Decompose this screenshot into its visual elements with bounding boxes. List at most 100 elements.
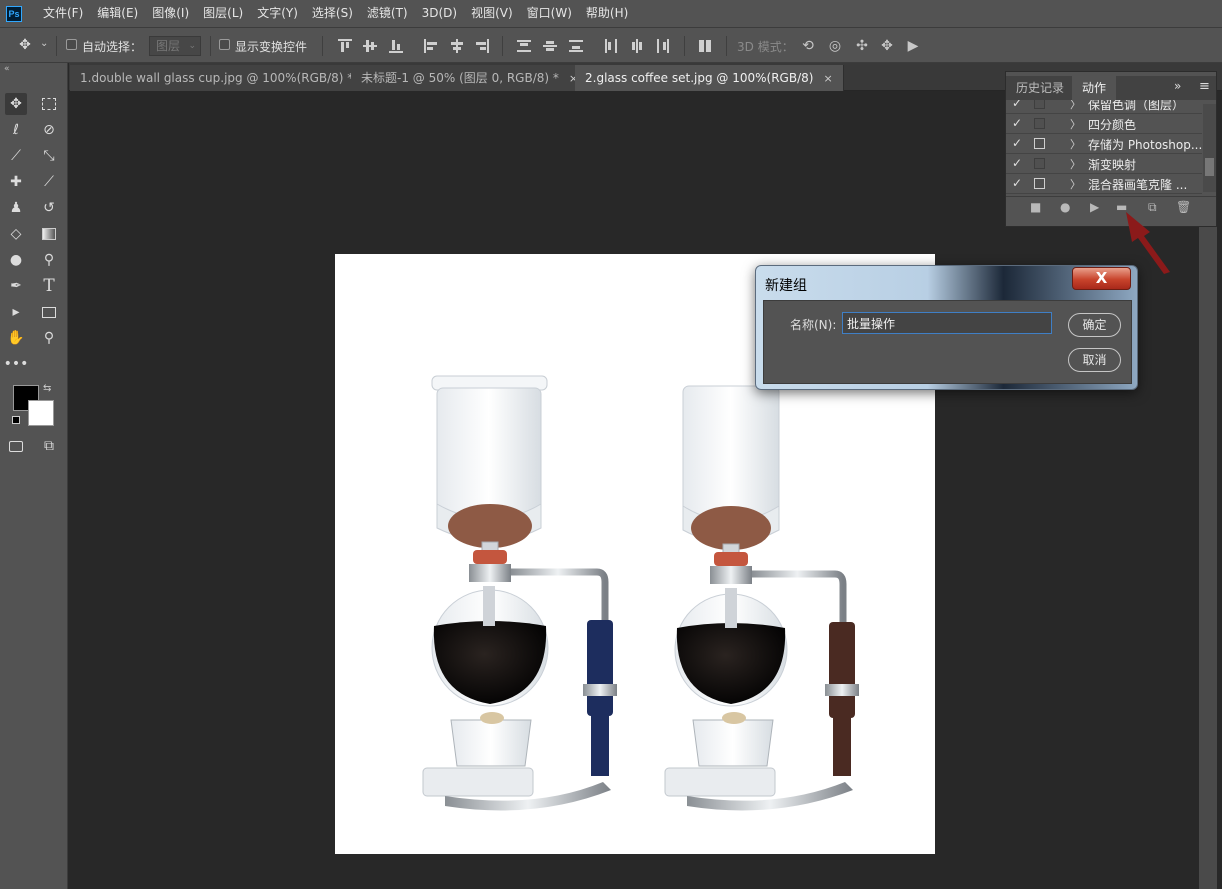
3d-scale-icon[interactable]: ▶ [904,38,922,54]
menu-image[interactable]: 图像(I) [145,0,196,27]
path-select-tool-icon[interactable]: ▸ [5,301,27,323]
check-icon[interactable]: ✓ [1012,100,1026,110]
quick-mask-icon[interactable] [5,435,27,457]
check-icon[interactable]: ✓ [1012,176,1026,190]
align-right-icon[interactable] [475,39,489,53]
brush-tool-icon[interactable]: ⟋ [38,171,60,193]
background-color-swatch[interactable] [28,400,54,426]
action-row[interactable]: ✓ 〉混合器画笔克隆 ... [1006,174,1202,194]
trash-icon[interactable]: 🗑 [1176,200,1191,214]
distribute-vcenter-icon[interactable] [543,39,557,53]
crop-tool-icon[interactable]: ⟋ [5,145,27,167]
align-hcenter-icon[interactable] [450,39,464,53]
move-tool-icon[interactable]: ✥ [5,93,27,115]
check-icon[interactable]: ✓ [1012,116,1026,130]
close-icon[interactable]: × [823,72,832,85]
tab-glass-coffee-set[interactable]: 2.glass coffee set.jpg @ 100%(RGB/8) × [575,65,844,91]
name-input[interactable] [842,312,1052,334]
gradient-tool-icon[interactable] [38,223,60,245]
cancel-button[interactable]: 取消 [1068,348,1121,372]
menu-type[interactable]: 文字(Y) [250,0,305,27]
quick-select-tool-icon[interactable]: ⊘ [38,119,60,141]
chevron-right-icon[interactable]: 〉 [1070,136,1081,152]
type-tool-icon[interactable]: T [38,275,60,297]
align-left-icon[interactable] [424,39,438,53]
chevron-right-icon[interactable]: 〉 [1070,100,1081,112]
align-top-icon[interactable] [338,39,352,53]
distribute-top-icon[interactable] [517,39,531,53]
show-transform-checkbox[interactable] [219,39,230,50]
menu-select[interactable]: 选择(S) [305,0,360,27]
lasso-tool-icon[interactable]: ℓ [5,119,27,141]
eraser-tool-icon[interactable]: ◇ [5,223,27,245]
check-icon[interactable]: ✓ [1012,136,1026,150]
menu-layer[interactable]: 图层(L) [196,0,250,27]
panel-scrollbar[interactable] [1203,104,1216,192]
swap-colors-icon[interactable]: ⇆ [43,383,51,394]
3d-roll-icon[interactable]: ◎ [826,38,844,54]
layer-select-dropdown[interactable]: 图层 ⌄ [149,36,201,56]
zoom-tool-icon[interactable]: ⚲ [38,327,60,349]
blur-tool-icon[interactable]: ● [5,249,27,271]
healing-brush-tool-icon[interactable]: ✚ [5,171,27,193]
distribute-hcenter-icon[interactable] [630,39,644,53]
dialog-toggle-icon[interactable] [1034,100,1045,109]
menu-file[interactable]: 文件(F) [36,0,90,27]
auto-align-icon[interactable] [699,39,713,53]
auto-select-checkbox[interactable] [66,39,77,50]
rectangle-tool-icon[interactable] [38,301,60,323]
menu-view[interactable]: 视图(V) [464,0,520,27]
chevron-down-icon[interactable]: ⌄ [40,38,48,49]
expand-icon[interactable]: » [1174,79,1181,93]
ok-button[interactable]: 确定 [1068,313,1121,337]
play-icon[interactable]: ▶ [1090,200,1099,214]
3d-pan-icon[interactable]: ✣ [853,38,871,54]
action-row[interactable]: ✓ 〉四分颜色 [1006,114,1202,134]
collapse-panel-icon[interactable]: « [4,64,10,74]
panel-menu-icon[interactable]: ≡ [1199,79,1210,94]
align-vcenter-icon[interactable] [363,39,377,53]
distribute-left-icon[interactable] [604,39,618,53]
hand-tool-icon[interactable]: ✋ [5,327,27,349]
3d-orbit-icon[interactable]: ⟲ [799,38,817,54]
menu-help[interactable]: 帮助(H) [579,0,635,27]
chevron-right-icon[interactable]: 〉 [1070,156,1081,172]
dialog-toggle-icon[interactable] [1034,158,1045,169]
dialog-toggle-icon[interactable] [1034,138,1045,149]
eyedropper-tool-icon[interactable]: ⤡ [38,145,60,167]
stop-icon[interactable]: ■ [1030,200,1041,214]
stamp-tool-icon[interactable]: ♟ [5,197,27,219]
history-brush-tool-icon[interactable]: ↺ [38,197,60,219]
action-row[interactable]: ✓ 〉渐变映射 [1006,154,1202,174]
marquee-tool-icon[interactable] [38,93,60,115]
tab-double-wall-glass-cup[interactable]: 1.double wall glass cup.jpg @ 100%(RGB/8… [70,65,384,91]
record-icon[interactable]: ● [1060,200,1070,214]
more-tools-icon[interactable]: ••• [4,353,29,375]
tab-untitled-1[interactable]: 未标题-1 @ 50% (图层 0, RGB/8) * × [351,65,590,91]
menu-filter[interactable]: 滤镜(T) [360,0,415,27]
check-icon[interactable]: ✓ [1012,156,1026,170]
menu-window[interactable]: 窗口(W) [520,0,579,27]
align-bottom-icon[interactable] [389,39,403,53]
3d-slide-icon[interactable]: ✥ [878,38,896,54]
menu-edit[interactable]: 编辑(E) [90,0,145,27]
chevron-right-icon[interactable]: 〉 [1070,116,1081,132]
action-row[interactable]: ✓ 〉保留色调（图层） [1006,100,1202,114]
scroll-thumb[interactable] [1205,158,1214,176]
tab-actions[interactable]: 动作 [1072,76,1117,100]
distribute-bottom-icon[interactable] [569,39,583,53]
screen-mode-icon[interactable]: ⧉ [38,435,60,457]
default-colors-icon[interactable] [12,416,20,424]
photoshop-logo-icon[interactable]: Ps [6,5,22,22]
move-tool-preset-icon[interactable]: ✥ [14,34,36,56]
action-row[interactable]: ✓ 〉存储为 Photoshop... [1006,134,1202,154]
dialog-toggle-icon[interactable] [1034,178,1045,189]
dodge-tool-icon[interactable]: ⚲ [38,249,60,271]
menu-3d[interactable]: 3D(D) [415,0,464,27]
tab-history[interactable]: 历史记录 [1006,76,1074,100]
pen-tool-icon[interactable]: ✒ [5,275,27,297]
distribute-right-icon[interactable] [656,39,670,53]
dialog-toggle-icon[interactable] [1034,118,1045,129]
chevron-right-icon[interactable]: 〉 [1070,176,1081,192]
close-icon[interactable]: X [1072,267,1131,290]
